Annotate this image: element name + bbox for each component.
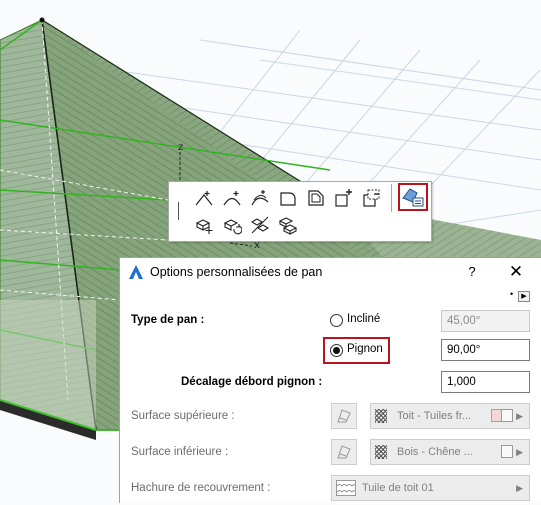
cover-hatch-popup[interactable]: Tuile de toit 01 ▶ — [331, 475, 530, 501]
surface-swatch-icon — [375, 409, 387, 423]
cover-hatch-label: Hachure de recouvrement : — [131, 482, 271, 494]
custom-plane-settings-button[interactable] — [398, 183, 428, 211]
pignon-angle-field[interactable]: 90,00° — [441, 339, 530, 361]
custom-plane-options-dialog: Options personnalisées de pan ? ✕ • ▶ Ty… — [119, 257, 541, 503]
add-vertex-arc-icon[interactable] — [221, 187, 243, 209]
dialog-titlebar[interactable]: Options personnalisées de pan ? ✕ — [120, 258, 541, 286]
cover-hatch-value: Tuile de toit 01 — [362, 482, 434, 494]
pet-separator — [391, 184, 392, 212]
chevron-right-icon: ▶ — [516, 411, 523, 421]
move-icon[interactable] — [193, 214, 215, 236]
add-vertex-icon[interactable] — [193, 187, 215, 209]
mirror-icon[interactable] — [249, 214, 271, 236]
pet-palette-grip[interactable] — [178, 202, 179, 220]
pignon-radio-label: Pignon — [347, 343, 383, 355]
top-surface-value: Toit - Tuiles fr... — [397, 410, 471, 422]
top-surface-label: Surface supérieure : — [131, 410, 235, 422]
offset-edge-icon[interactable] — [277, 187, 299, 209]
roof-tile-hatch-icon — [336, 480, 356, 496]
custom-plane-settings-icon — [402, 188, 424, 207]
incline-radio-label: Incliné — [347, 313, 381, 325]
dialog-title: Options personnalisées de pan — [150, 265, 323, 279]
rotate-icon[interactable] — [221, 214, 243, 236]
collapse-indicator: • — [510, 289, 514, 299]
surface-override-icon — [337, 409, 351, 423]
elevate-icon[interactable] — [277, 214, 299, 236]
bottom-surface-override-button[interactable] — [331, 439, 357, 465]
expand-arrow-button[interactable]: ▶ — [518, 291, 530, 302]
curve-edge-icon[interactable] — [249, 187, 271, 209]
surface-settings-icon — [501, 409, 513, 422]
top-surface-popup[interactable]: Toit - Tuiles fr... ▶ — [370, 403, 530, 429]
axis-z-label: z — [178, 142, 184, 153]
bottom-surface-popup[interactable]: Bois - Chêne ... ▶ — [370, 439, 530, 465]
archicad-app-icon — [129, 265, 143, 279]
offset-all-edges-icon[interactable] — [305, 187, 327, 209]
close-button[interactable]: ✕ — [506, 262, 526, 282]
subtract-from-polygon-icon[interactable] — [361, 187, 383, 209]
gable-overhang-offset-label: Décalage débord pignon : — [181, 376, 323, 388]
pignon-radio[interactable] — [330, 344, 343, 357]
top-surface-override-button[interactable] — [331, 403, 357, 429]
surface-override-icon — [337, 445, 351, 459]
chevron-right-icon: ▶ — [516, 447, 523, 457]
help-button[interactable]: ? — [463, 262, 481, 282]
pet-palette — [168, 181, 432, 242]
gable-overhang-offset-field[interactable]: 1,000 — [441, 371, 530, 393]
bottom-surface-label: Surface inférieure : — [131, 446, 229, 458]
incline-angle-field[interactable]: 45,00° — [441, 310, 530, 332]
plane-type-label: Type de pan : — [131, 314, 205, 326]
add-to-polygon-icon[interactable] — [333, 187, 355, 209]
incline-radio[interactable] — [330, 314, 343, 327]
chevron-right-icon: ▶ — [516, 483, 523, 493]
bottom-surface-value: Bois - Chêne ... — [397, 446, 473, 458]
surface-settings-icon — [501, 445, 513, 458]
surface-swatch-icon — [375, 445, 387, 459]
